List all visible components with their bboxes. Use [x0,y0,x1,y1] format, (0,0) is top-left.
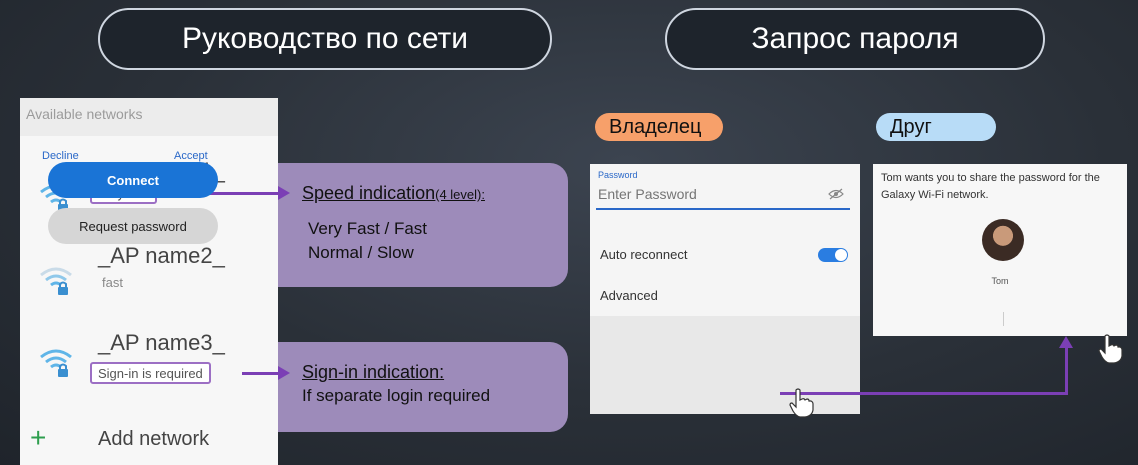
auto-reconnect-toggle[interactable] [818,248,848,262]
owner-label: Владелец [595,113,723,141]
arrow-head [278,186,290,200]
divider [1003,312,1004,326]
connect-button[interactable]: Connect [48,162,218,198]
guide-title: Руководство по сети [98,8,552,70]
toggle-knob [835,249,847,261]
network-name-2[interactable]: _AP name2_ [98,243,225,269]
password-panel: Password Auto reconnect Advanced [590,164,860,414]
speed-callout-title: Speed indication(4 level): [302,183,485,203]
password-field-label: Password [598,170,638,180]
signin-callout-title: Sign-in indication: [302,362,445,382]
connector-arrow [1065,348,1068,395]
speed-levels-line2: Normal / Slow [308,243,414,262]
password-input[interactable] [596,180,850,210]
hide-password-icon[interactable] [828,188,844,200]
avatar [982,219,1024,261]
button-area [590,316,860,414]
network-speed-2: fast [102,275,123,290]
hand-cursor-icon [789,388,814,418]
arrow-head [1059,336,1073,348]
decline-button[interactable]: Decline [42,150,79,162]
request-password-button[interactable]: Request password [48,208,218,244]
network-name-3[interactable]: _AP name3_ [98,330,225,356]
friend-label: Друг [876,113,996,141]
wifi-lock-icon [40,349,72,377]
accept-button[interactable]: Accept [174,150,208,162]
advanced-option[interactable]: Advanced [600,288,658,303]
share-message: Tom wants you to share the password for … [881,172,1100,201]
signin-callout-text: If separate login required [302,386,491,405]
auto-reconnect-label: Auto reconnect [600,247,688,262]
speed-levels-line1: Very Fast / Fast [308,219,428,238]
connector-arrow [242,372,280,375]
requester-name: Tom [991,276,1009,286]
connector-arrow [780,392,1068,395]
signin-tag: Sign-in is required [90,362,211,384]
available-networks-heading: Available networks [20,98,278,136]
hand-cursor-icon [1098,334,1123,364]
wifi-lock-icon [40,267,72,295]
add-network-label[interactable]: Add network [98,428,209,451]
share-request-panel: Tom wants you to share the password for … [873,164,1127,336]
arrow-head [278,366,290,380]
password-request-title: Запрос пароля [665,8,1045,70]
add-icon[interactable]: + [30,422,46,454]
